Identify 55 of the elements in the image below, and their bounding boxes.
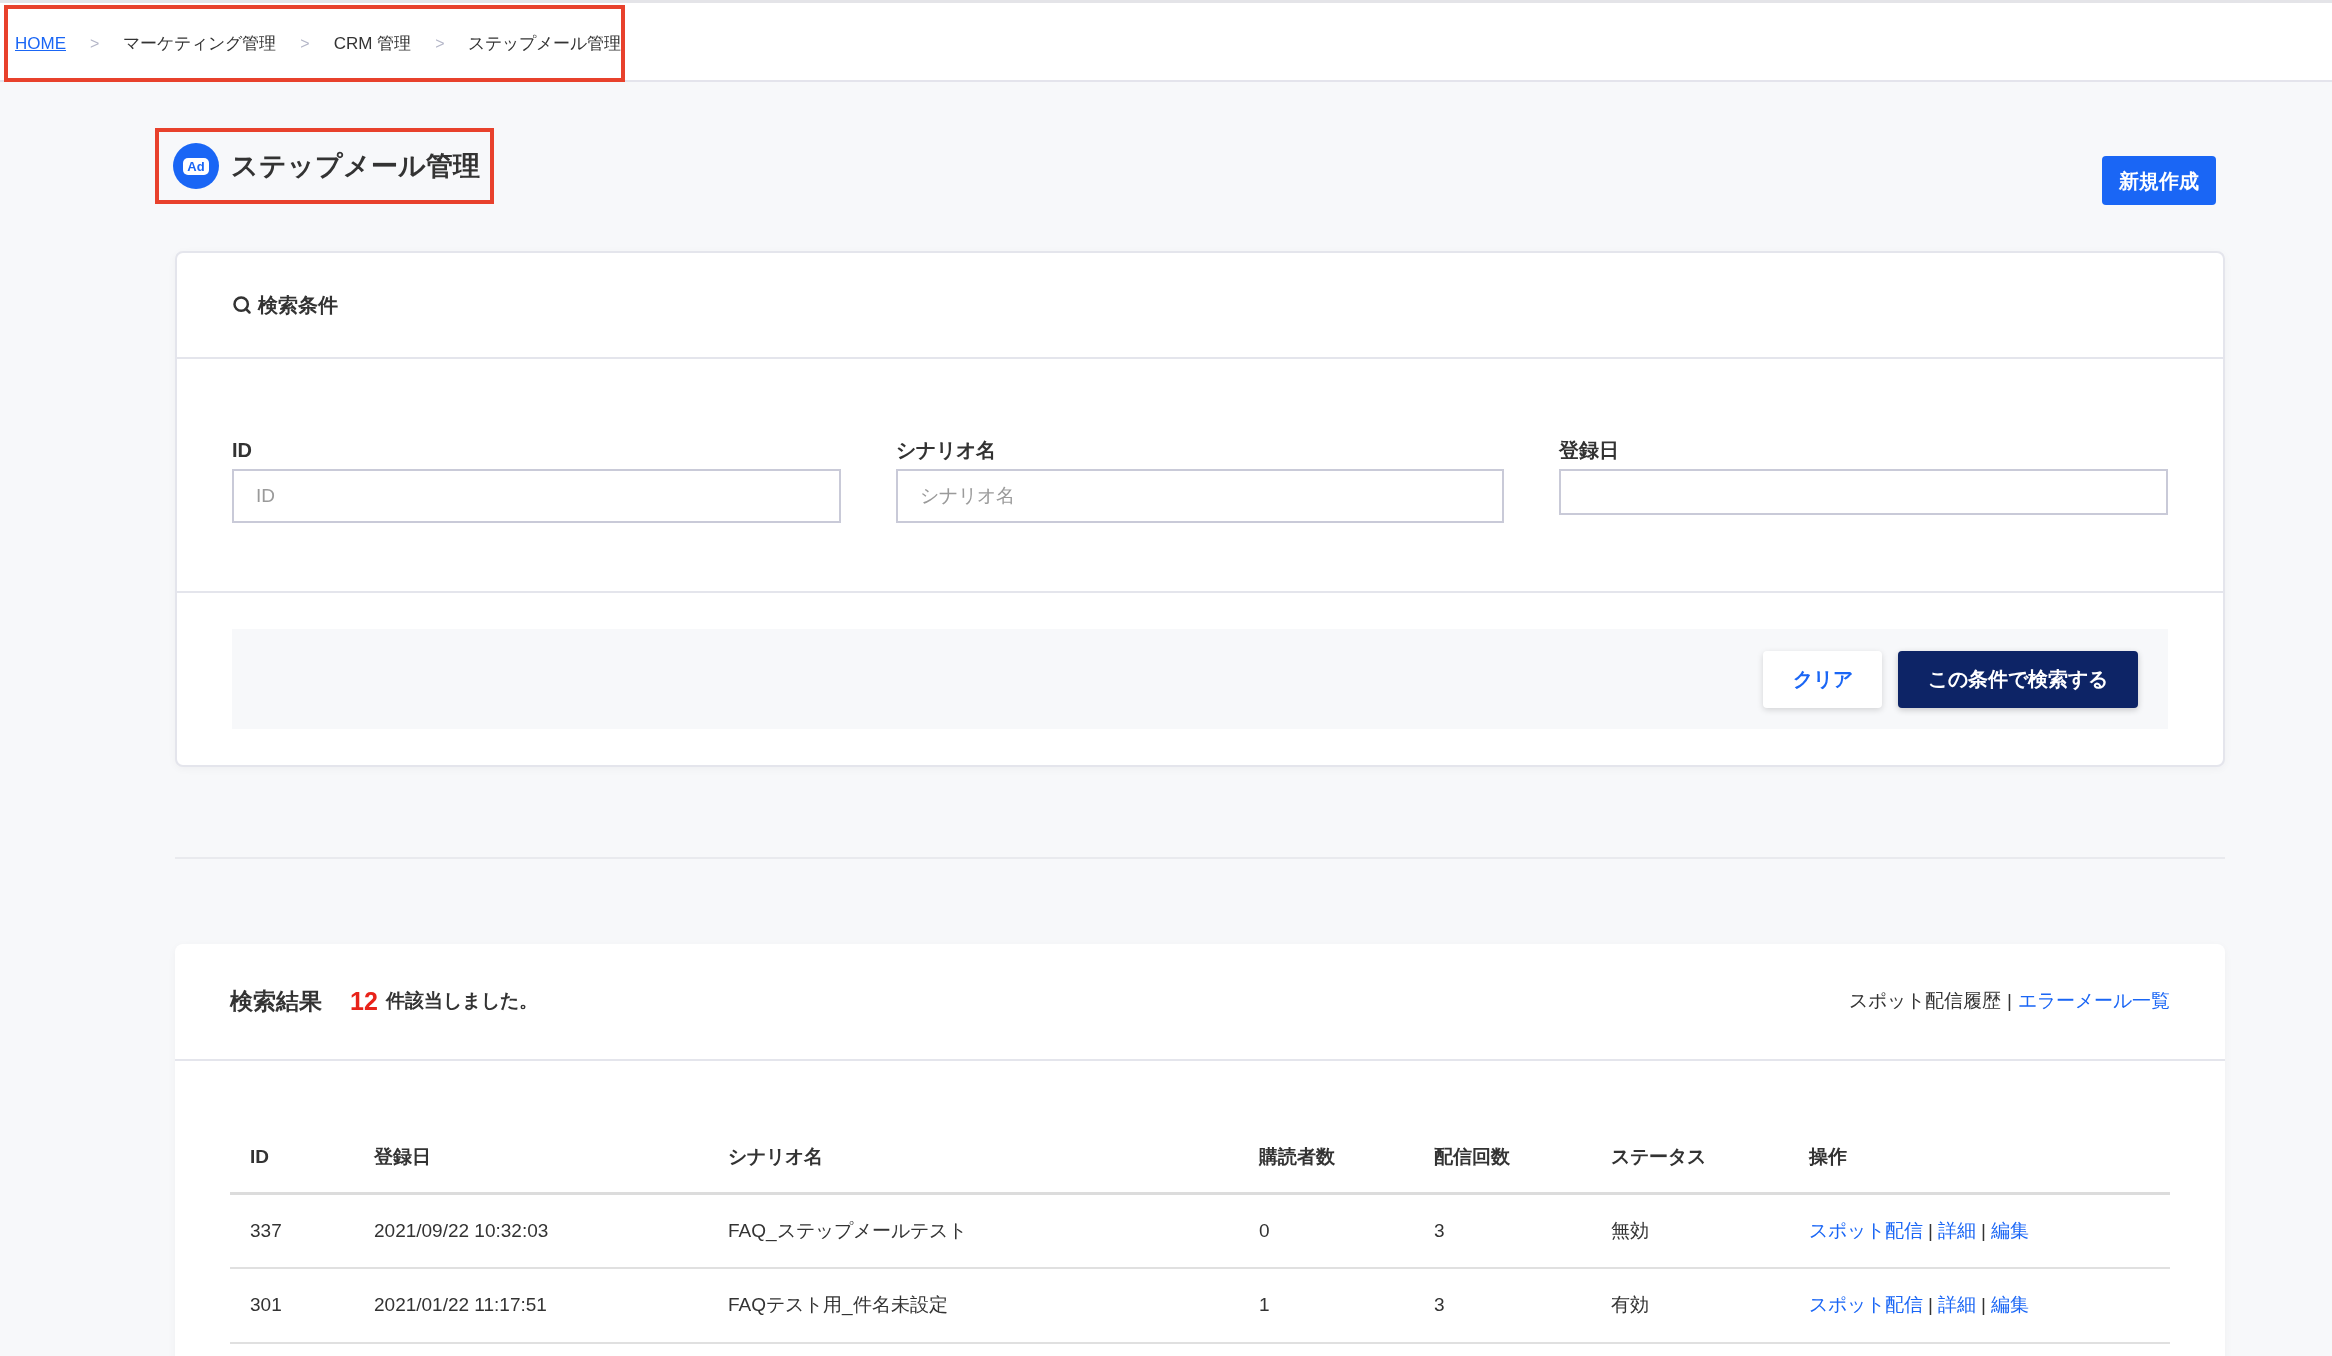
link-separator: | xyxy=(1980,1218,1986,1243)
field-label: 登録日 xyxy=(1559,438,1620,463)
link-separator: | xyxy=(1928,1218,1933,1243)
table-cell: FAQ_ステップメールテスト xyxy=(728,1219,967,1241)
link-separator: | xyxy=(2007,989,2012,1014)
result-count-text: 件該当しました。 xyxy=(385,989,538,1014)
search-icon xyxy=(232,295,252,315)
column-header: ID xyxy=(250,1146,269,1167)
table-cell: 1 xyxy=(1259,1294,1270,1316)
results-title: 検索結果 xyxy=(230,987,322,1017)
input-field[interactable] xyxy=(1559,469,2168,515)
breadcrumb-separator: > xyxy=(435,33,445,54)
page-title: ステップメール管理 xyxy=(231,149,480,183)
link-separator: | xyxy=(1928,1293,1933,1318)
table-cell: 有効 xyxy=(1611,1294,1649,1316)
table-cell: 無効 xyxy=(1611,1219,1649,1241)
column-header: シナリオ名 xyxy=(728,1146,823,1167)
new-button[interactable]: 新規作成 xyxy=(2102,156,2216,205)
column-header: 操作 xyxy=(1809,1146,1847,1167)
table-cell: 3 xyxy=(1434,1294,1445,1316)
table-cell: 0 xyxy=(1259,1219,1270,1241)
column-header: ステータス xyxy=(1611,1146,1706,1167)
link-separator: | xyxy=(1980,1293,1986,1318)
breadcrumb-link[interactable]: HOME xyxy=(15,30,66,57)
column-header: 配信回数 xyxy=(1434,1146,1510,1167)
action-link[interactable]: 詳細 xyxy=(1937,1291,1976,1320)
input-field[interactable]: シナリオ名 xyxy=(895,469,1505,523)
action-link[interactable]: 詳細 xyxy=(1937,1216,1976,1245)
result-count: 12 xyxy=(350,985,378,1017)
table-cell: 301 xyxy=(250,1294,282,1316)
table-cell: 3 xyxy=(1434,1219,1445,1241)
error-mail-link[interactable]: エラーメール一覧 xyxy=(2018,987,2170,1016)
table-cell: 2021/09/22 10:32:03 xyxy=(374,1219,549,1241)
table-cell: 337 xyxy=(250,1219,282,1241)
history-link[interactable]: スポット配信履歴 xyxy=(1849,987,2002,1016)
field-label: シナリオ名 xyxy=(895,438,996,463)
action-link[interactable]: スポット配信 xyxy=(1809,1216,1923,1245)
search-button[interactable]: この条件で検索する xyxy=(1898,650,2138,708)
breadcrumb-item: ステップメール管理 xyxy=(468,32,622,55)
action-link[interactable]: 編集 xyxy=(1990,1291,2029,1320)
table-cell: FAQテスト用_件名未設定 xyxy=(728,1294,948,1316)
breadcrumb-item: マーケティング管理 xyxy=(123,32,277,55)
table-cell: 2021/01/22 11:17:51 xyxy=(374,1294,547,1316)
column-header: 購読者数 xyxy=(1259,1146,1335,1167)
ad-logo: Ad xyxy=(173,143,219,189)
clear-button[interactable]: クリア xyxy=(1763,650,1882,708)
panel-title: 検索条件 xyxy=(258,293,338,318)
action-link[interactable]: 編集 xyxy=(1990,1216,2029,1245)
column-header: 登録日 xyxy=(374,1146,431,1167)
breadcrumb-separator: > xyxy=(300,33,310,54)
input-field[interactable]: ID xyxy=(232,469,841,523)
breadcrumb-separator: > xyxy=(90,33,100,54)
field-label: ID xyxy=(232,438,252,463)
breadcrumb-item: CRM 管理 xyxy=(333,32,412,55)
action-link[interactable]: スポット配信 xyxy=(1809,1291,1923,1320)
